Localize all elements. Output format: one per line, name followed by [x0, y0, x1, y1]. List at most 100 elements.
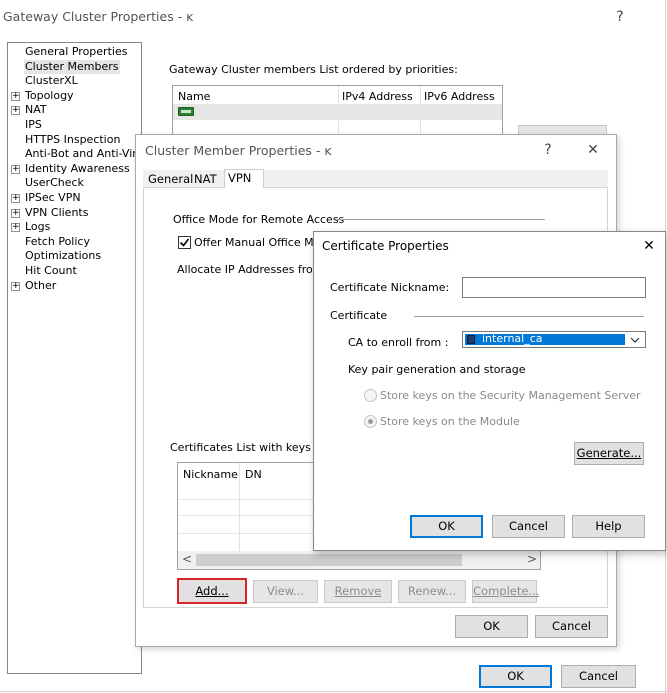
keypair-label: Key pair generation and storage — [348, 363, 526, 376]
tree-item[interactable]: + Other — [8, 279, 141, 293]
cert-cancel-button[interactable]: Cancel — [492, 515, 565, 538]
tree-item[interactable]: + VPN Clients — [8, 206, 141, 220]
tree-expand-icon[interactable]: + — [11, 91, 20, 101]
member-help-button[interactable]: ? — [536, 140, 560, 160]
tree-item[interactable]: Fetch Policy — [8, 235, 141, 249]
tree-item-label: Cluster Members — [24, 59, 120, 74]
tree-item-label: General Properties — [25, 45, 128, 58]
ca-enroll-select[interactable]: internal_ca — [462, 331, 646, 348]
remove-certificate-label: Remove — [334, 584, 382, 598]
tree-item-label: NAT — [25, 103, 47, 117]
cert-help-button[interactable]: Help — [572, 515, 645, 538]
tab-nat[interactable]: NAT — [191, 171, 220, 188]
tree-item-label: Logs — [25, 220, 51, 234]
tree-item-label: HTTPS Inspection — [25, 132, 121, 146]
member-cancel-button[interactable]: Cancel — [535, 615, 608, 638]
tree-item[interactable]: Anti-Bot and Anti-Virus — [8, 147, 149, 161]
store-server-label: Store keys on the Security Management Se… — [380, 389, 641, 402]
tree-item-label: IPSec VPN — [25, 191, 81, 204]
category-tree[interactable]: General Properties Cluster Members Cluster… — [7, 42, 149, 674]
tree-item-label: Optimizations — [25, 249, 102, 263]
tree-item[interactable]: + Identity Awareness — [8, 162, 141, 176]
chevron-down-icon[interactable] — [630, 337, 640, 343]
members-row-selected[interactable] — [173, 104, 502, 120]
cert-horizontal-scrollbar[interactable]: < > — [178, 551, 540, 569]
ca-selected-value: internal_ca — [482, 332, 543, 345]
member-ok-button[interactable]: OK — [455, 615, 528, 638]
tree-item[interactable]: IPS — [8, 118, 141, 132]
generate-button[interactable]: Generate... — [574, 442, 644, 465]
tree-item-label: Anti-Bot and Anti-Virus — [25, 147, 150, 161]
tree-expand-icon[interactable]: + — [11, 194, 20, 203]
view-certificate-label: View... — [266, 584, 305, 598]
tree-item[interactable]: Optimizations — [8, 249, 141, 263]
tree-item[interactable]: + Topology — [8, 89, 141, 103]
office-mode-group-line — [336, 219, 545, 220]
cert-ok-button[interactable]: OK — [410, 515, 483, 538]
tab-general[interactable]: General — [145, 171, 196, 188]
tree-item-label: Hit Count — [25, 264, 77, 277]
cert-close-button[interactable]: ✕ — [637, 236, 661, 256]
cert-col-sep-1 — [239, 463, 240, 551]
main-help-button[interactable]: ? — [608, 7, 632, 27]
add-certificate-label: Add... — [195, 584, 229, 598]
members-col-ipv4[interactable]: IPv4 Address — [342, 90, 413, 103]
members-col-ipv6[interactable]: IPv6 Address — [424, 90, 495, 103]
tree-item[interactable]: General Properties — [8, 45, 141, 59]
ca-enroll-label: CA to enroll from : — [348, 336, 449, 349]
tree-item[interactable]: + Logs — [8, 220, 141, 234]
complete-certificate-label: Complete... — [473, 584, 540, 598]
tree-item-label: UserCheck — [25, 176, 84, 190]
remove-certificate-button[interactable]: Remove — [324, 580, 392, 603]
cert-nickname-input[interactable] — [462, 277, 646, 298]
tree-item[interactable]: Cluster Members — [8, 59, 141, 74]
cert-window-title: Certificate Properties — [322, 239, 449, 253]
tree-item[interactable]: + NAT — [8, 103, 141, 117]
tree-item-label: Topology — [25, 88, 74, 102]
ca-selected-option: internal_ca — [465, 332, 625, 345]
renew-certificate-label: Renew... — [407, 584, 457, 598]
renew-certificate-button[interactable]: Renew... — [398, 580, 466, 603]
gateway-member-icon — [178, 107, 194, 116]
gateway-member-icon-detail — [181, 110, 191, 113]
certificate-group-line — [414, 316, 644, 317]
tree-expand-icon[interactable]: + — [11, 281, 20, 291]
cert-col-dn[interactable]: DN — [245, 468, 262, 481]
tree-item-label: IPS — [25, 118, 42, 131]
main-window-title: Gateway Cluster Properties - ĸ — [3, 9, 194, 24]
tree-expand-icon[interactable]: + — [11, 106, 20, 116]
tab-vpn[interactable]: VPN — [224, 169, 264, 188]
tree-item-label: ClusterXL — [25, 74, 78, 88]
cert-col-nickname[interactable]: Nickname — [183, 468, 238, 481]
generate-button-label: Generate... — [576, 446, 642, 460]
tree-item[interactable]: + IPSec VPN — [8, 191, 141, 205]
main-cancel-button[interactable]: Cancel — [561, 665, 636, 688]
store-module-radio[interactable] — [364, 415, 377, 428]
tree-expand-icon[interactable]: + — [11, 223, 20, 233]
scroll-left-arrow[interactable]: < — [182, 552, 192, 566]
member-window-title: Cluster Member Properties - ĸ — [145, 143, 332, 158]
store-module-label: Store keys on the Module — [380, 415, 520, 428]
tree-item[interactable]: UserCheck — [8, 176, 141, 190]
tree-expand-icon[interactable]: + — [11, 164, 20, 174]
main-ok-button[interactable]: OK — [479, 665, 552, 688]
ca-icon — [467, 335, 475, 344]
tree-expand-icon[interactable]: + — [11, 208, 20, 218]
tree-item-label: Fetch Policy — [25, 234, 90, 248]
member-close-button[interactable]: ✕ — [581, 140, 605, 160]
cert-nickname-label: Certificate Nickname: — [330, 281, 450, 294]
tree-item[interactable]: HTTPS Inspection — [8, 133, 141, 147]
scroll-right-arrow[interactable]: > — [527, 552, 537, 566]
members-list-caption: Gateway Cluster members List ordered by … — [169, 63, 458, 76]
store-server-radio[interactable] — [364, 389, 377, 402]
view-certificate-button[interactable]: View... — [253, 580, 318, 603]
main-window-border-bottom — [0, 691, 667, 692]
scroll-thumb[interactable] — [196, 554, 462, 566]
add-certificate-button[interactable]: Add... — [177, 578, 247, 604]
tree-item[interactable]: ClusterXL — [8, 74, 141, 88]
members-col-name[interactable]: Name — [178, 90, 210, 103]
tree-item-label: Other — [25, 278, 57, 292]
tree-item[interactable]: Hit Count — [8, 264, 141, 278]
offer-manual-checkbox[interactable] — [178, 236, 191, 249]
complete-certificate-button[interactable]: Complete... — [472, 580, 540, 603]
